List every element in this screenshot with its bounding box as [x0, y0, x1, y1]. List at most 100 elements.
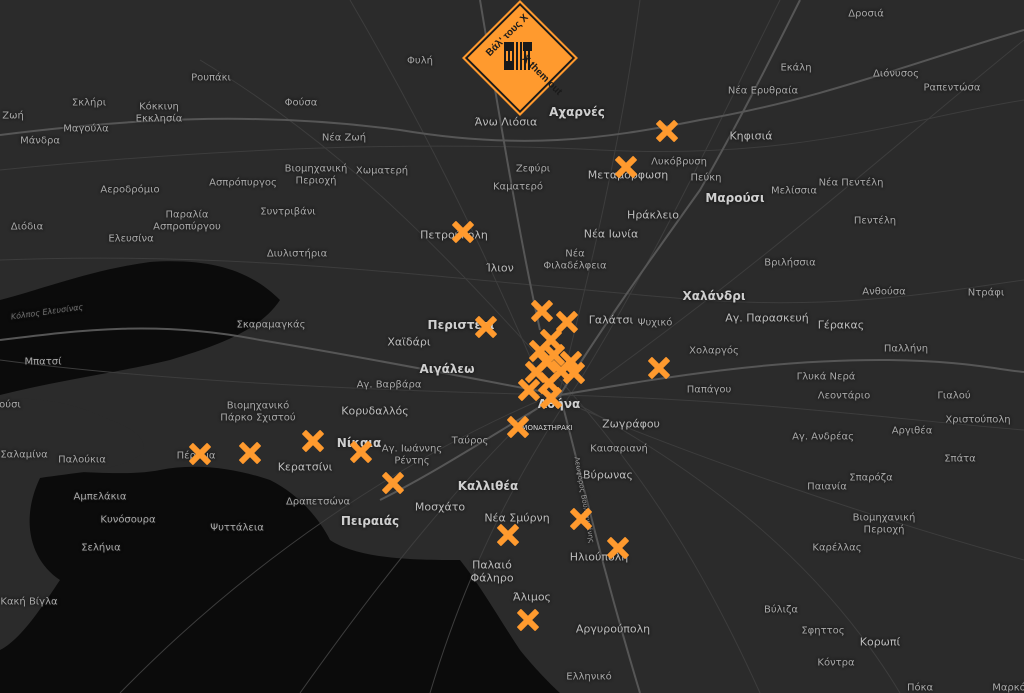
place-label-glyka-nera: Γλυκά Νερά: [796, 371, 856, 383]
place-label-ilion: Ίλιον: [486, 261, 514, 275]
x-marker[interactable]: [382, 472, 404, 494]
place-label-alimos: Άλιμος: [512, 590, 552, 604]
place-label-viomichaniki: Βιομηχανική Περιοχή: [284, 163, 348, 187]
place-label-peiraias: Πειραιάς: [340, 514, 400, 529]
vote-x-logo: Βάλ' τους Χ Χ them out: [462, 0, 578, 116]
x-marker[interactable]: [648, 357, 670, 379]
place-label-paralia-asp: Παραλία Ασπροπύργου: [153, 209, 221, 233]
place-label-argyroupoli: Αργυρούπολη: [575, 622, 651, 636]
place-label-moschato: Μοσχάτο: [414, 500, 466, 514]
x-marker[interactable]: [507, 416, 529, 438]
place-label-mpatsi: Μπατσί: [24, 356, 62, 368]
x-marker[interactable]: [475, 316, 497, 338]
place-label-keratsini: Κερατσίνι: [277, 460, 333, 474]
place-label-karellas: Καρέλλας: [812, 542, 862, 554]
place-label-diylistiria: Διυλιστήρια: [266, 248, 328, 260]
place-label-ano-liosia: Άνω Λιόσια: [474, 115, 538, 129]
x-marker[interactable]: [302, 430, 324, 452]
place-label-argithea: Αργιθέα: [891, 425, 933, 437]
map-canvas[interactable]: Δροσιά Ρουπάκι Φυλή Εκάλη Διόνυσος Ραπεντώσα Σ…: [0, 0, 1024, 693]
place-label-pefki: Πεύκη: [690, 172, 722, 184]
place-label-poka: Πόκα: [906, 682, 934, 693]
place-label-kontra: Κόντρα: [817, 657, 855, 669]
place-label-drapetsona: Δραπετσώνα: [285, 496, 351, 508]
place-label-nea-ionia: Νέα Ιωνία: [583, 227, 639, 241]
place-label-ag-paraskevi: Αγ. Παρασκευή: [725, 311, 809, 325]
x-marker[interactable]: [607, 537, 629, 559]
place-label-korydallos: Κορυδαλλός: [341, 404, 409, 418]
place-label-markopoulo: Μαρκό: [992, 682, 1024, 693]
place-label-kokkini: Κόκκινη Εκκλησία: [135, 101, 183, 125]
place-label-galatsi: Γαλάτσι: [588, 313, 634, 327]
place-label-psychiko: Ψυχικό: [637, 317, 673, 329]
place-label-spata: Σπάτα: [944, 453, 976, 465]
place-label-drosia: Δροσιά: [848, 8, 884, 20]
place-label-kaisariani: Καισαριανή: [590, 443, 648, 455]
place-label-acharnes: Αχαρνές: [549, 105, 605, 120]
place-label-elliniko: Ελληνικό: [566, 671, 612, 683]
place-label-irakleio: Ηράκλειο: [627, 208, 679, 222]
place-label-kynosoura: Κυνόσουρα: [100, 514, 156, 526]
place-label-ag-varvara: Αγ. Βαρβάρα: [356, 379, 422, 391]
place-label-sklhri: Σκλήρι: [71, 97, 107, 109]
x-marker[interactable]: [189, 443, 211, 465]
place-label-ag-andreas: Αγ. Ανδρέας: [792, 431, 854, 443]
x-marker[interactable]: [563, 362, 585, 384]
place-label-gerakas: Γέρακας: [817, 318, 865, 332]
place-label-fyli: Φυλή: [407, 55, 433, 67]
place-label-penteli: Πεντέλη: [853, 215, 897, 227]
x-marker[interactable]: [239, 442, 261, 464]
place-label-kaki-vigla: Κακή Βίγλα: [0, 596, 58, 608]
place-label-psyttaleia: Ψυττάλεια: [210, 522, 264, 534]
x-marker[interactable]: [518, 379, 540, 401]
x-marker[interactable]: [656, 120, 678, 142]
place-label-nea-erythraia: Νέα Ερυθραία: [727, 85, 799, 97]
place-label-diodia: Διόδια: [10, 221, 44, 233]
place-label-anthousa: Ανθούσα: [862, 286, 906, 298]
place-label-skaramangas: Σκαραμαγκάς: [236, 319, 306, 331]
place-label-elefsina: Ελευσίνα: [108, 233, 154, 245]
place-label-vyronas: Βύρωνας: [583, 468, 633, 482]
place-label-cholargos: Χολαργός: [689, 345, 739, 357]
place-label-paloukia: Παλούκια: [58, 454, 106, 466]
place-label-nea-penteli: Νέα Πεντέλη: [818, 177, 884, 189]
place-label-gialou: Γιαλού: [937, 390, 971, 402]
x-marker[interactable]: [570, 508, 592, 530]
place-label-koropi: Κορωπί: [859, 635, 901, 649]
place-label-mandra: Μάνδρα: [20, 135, 60, 147]
place-label-lykovrysi: Λυκόβρυση: [651, 156, 707, 168]
place-label-ag-ioannis: Αγ. Ιωάννης Ρέντης: [381, 443, 443, 467]
x-marker[interactable]: [540, 387, 562, 409]
x-marker[interactable]: [517, 609, 539, 631]
place-label-rapentosa: Ραπεντώσα: [923, 82, 981, 94]
place-label-zoi: Ζωή: [2, 110, 24, 122]
place-label-pousi: ούσι: [0, 399, 21, 411]
place-label-aerodromio: Αεροδρόμιο: [100, 184, 160, 196]
place-label-vrilissia: Βριλήσσια: [764, 257, 816, 269]
place-label-monastiraki: ΜΟΝΑΣΤΗΡΑΚΙ: [521, 423, 573, 432]
place-label-zefyri: Ζεφύρι: [515, 163, 551, 175]
place-label-leontario: Λεοντάριο: [817, 390, 871, 402]
place-label-ampelakia: Αμπελάκια: [73, 491, 127, 503]
place-label-salamina: Σαλαμίνα: [0, 449, 48, 461]
place-label-viomich-2: Βιομηχανική Περιοχή: [852, 512, 916, 536]
x-marker[interactable]: [497, 524, 519, 546]
place-label-palaio-faliro: Παλαιό Φάληρο: [470, 558, 514, 584]
place-label-magoula: Μαγούλα: [63, 123, 109, 135]
place-label-melissia: Μελίσσια: [771, 185, 817, 197]
x-marker[interactable]: [350, 441, 372, 463]
place-label-nea-zoi: Νέα Ζωή: [321, 132, 367, 144]
place-label-marousi: Μαρούσι: [705, 191, 765, 206]
place-label-ekali: Εκάλη: [780, 62, 812, 74]
x-marker[interactable]: [452, 221, 474, 243]
place-label-ntrafi: Ντράφι: [967, 287, 1005, 299]
x-marker[interactable]: [615, 156, 637, 178]
place-label-kamatero: Καματερό: [493, 181, 543, 193]
x-marker[interactable]: [531, 300, 553, 322]
place-label-aigaleo: Αιγάλεω: [419, 362, 475, 377]
place-label-syntrivani: Συντριβάνι: [260, 206, 316, 218]
place-label-roupaki: Ρουπάκι: [191, 72, 231, 84]
place-label-chalandri: Χαλάνδρι: [682, 289, 746, 304]
place-label-chaidari: Χαϊδάρι: [387, 335, 431, 349]
place-label-chomateri: Χωματερή: [355, 165, 409, 177]
